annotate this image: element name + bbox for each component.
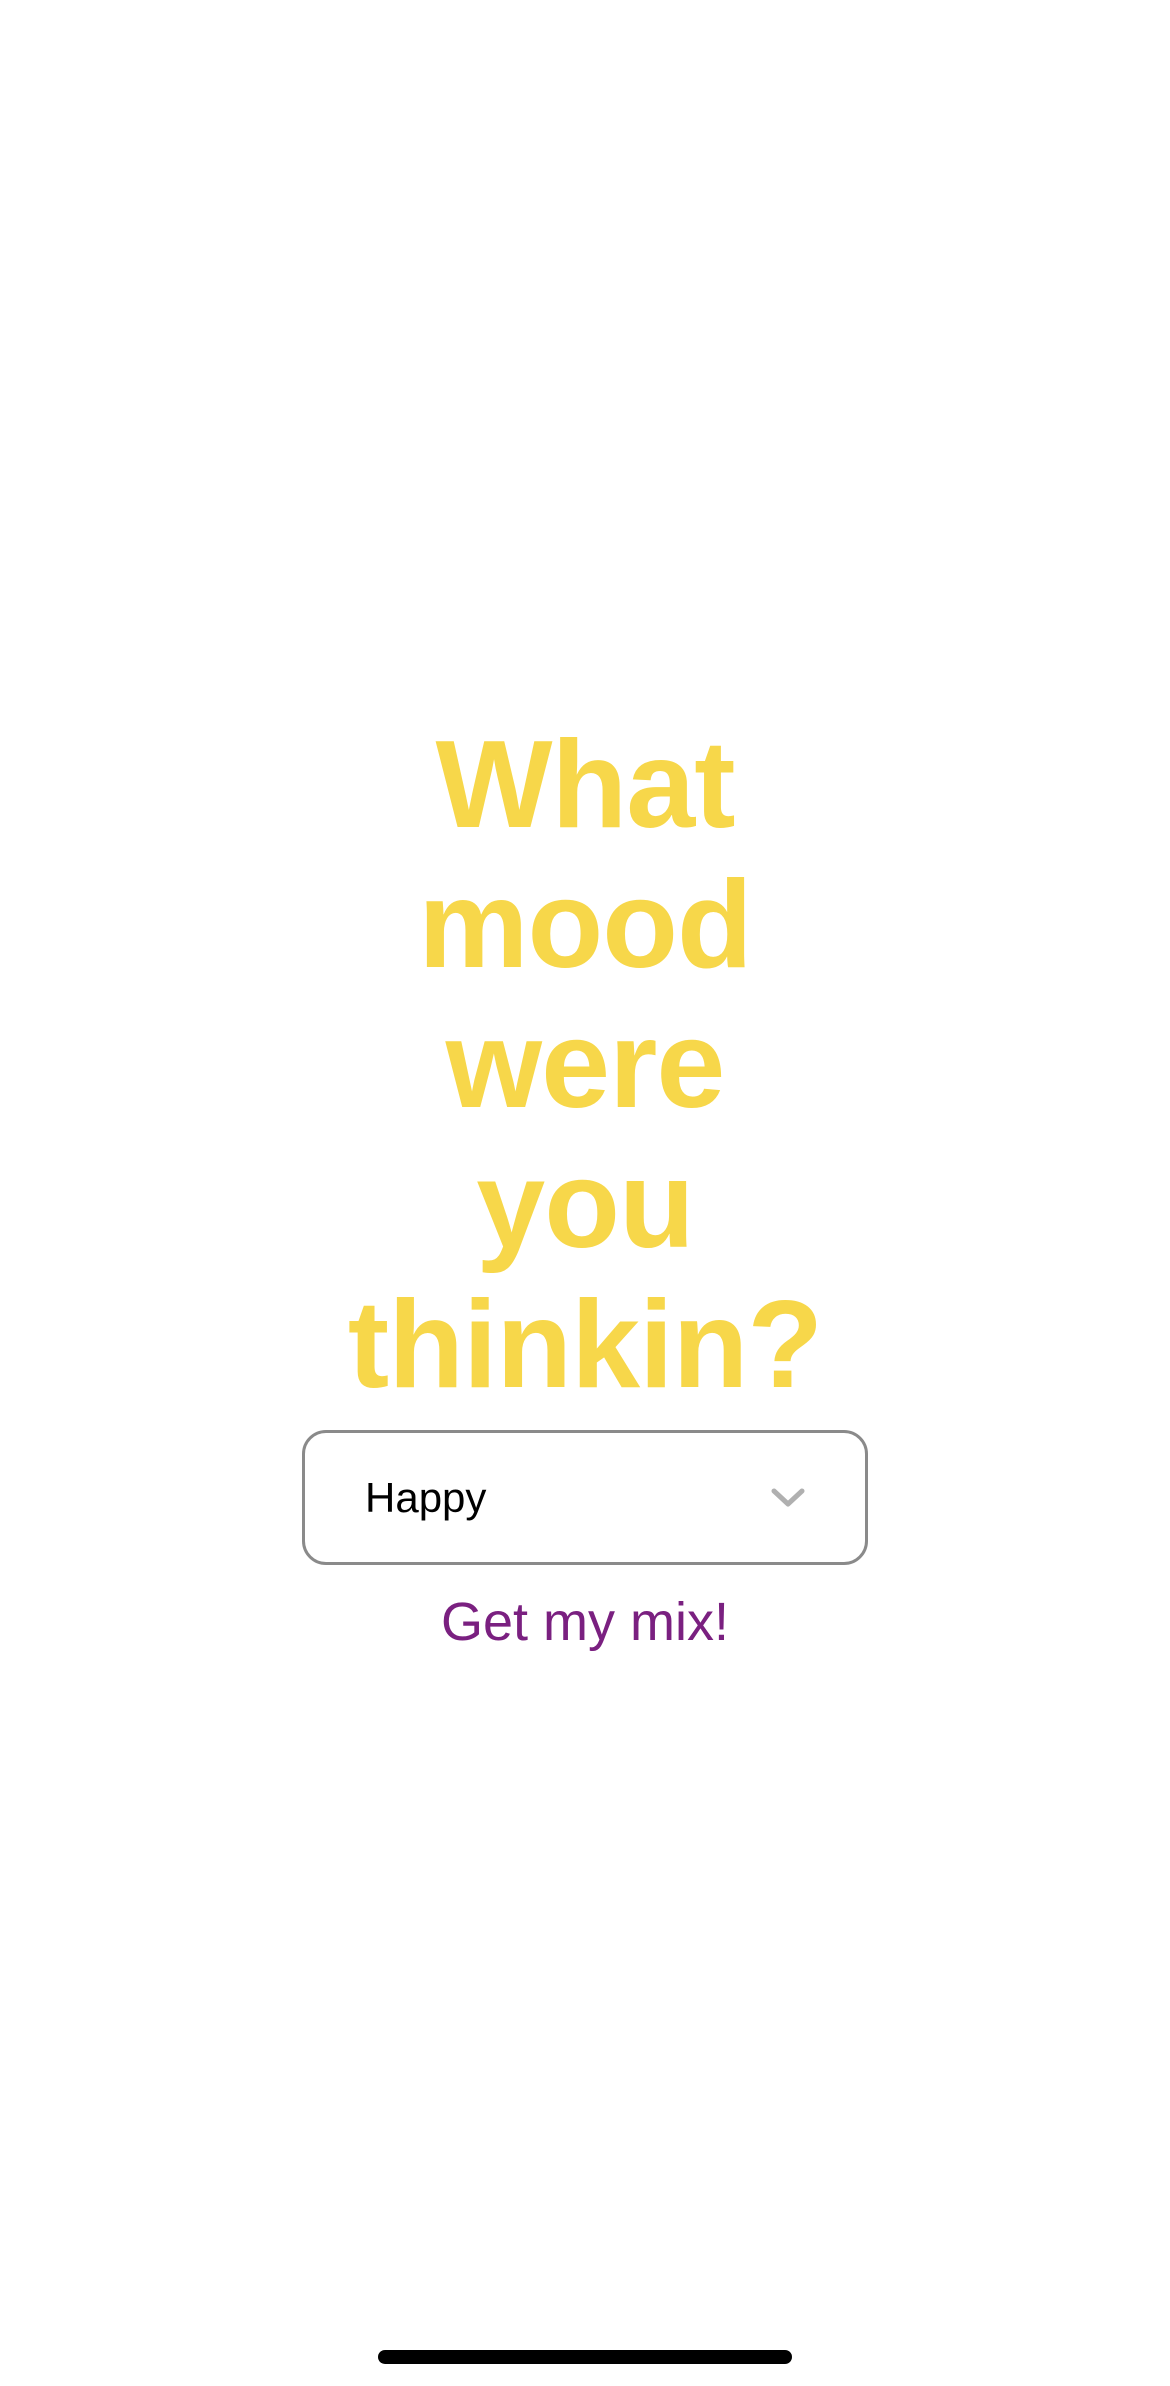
home-indicator[interactable] [378,2350,792,2364]
app-screen: What mood were you thinkin? Happy Get my… [0,0,1170,2386]
mood-picker: What mood were you thinkin? Happy Get my… [0,715,1170,1653]
mood-select[interactable]: Happy [302,1430,868,1565]
page-title: What mood were you thinkin? [347,716,823,1414]
chevron-down-icon [771,1487,805,1509]
mood-select-value: Happy [365,1473,487,1521]
get-my-mix-button[interactable]: Get my mix! [441,1591,729,1653]
